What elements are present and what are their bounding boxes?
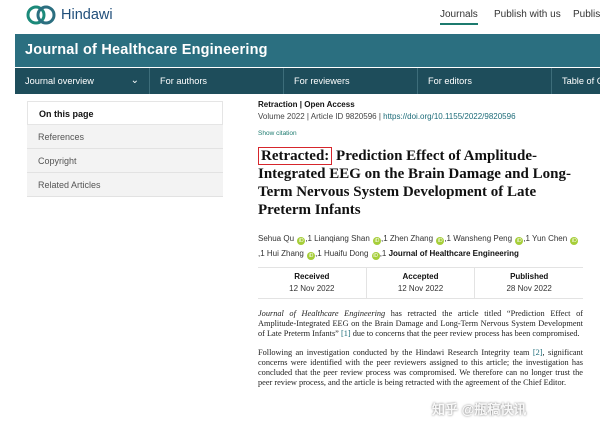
orcid-icon[interactable]: iD [570, 237, 579, 245]
author-affiliation: ,1 [258, 249, 265, 258]
body-text: due to concerns that the peer review pro… [350, 329, 580, 339]
hindawi-logo-icon [26, 5, 56, 25]
retracted-label: Retracted: [258, 147, 333, 165]
sidebar-item-on-this-page[interactable]: On this page [27, 101, 223, 125]
journal-name[interactable]: Journal of Healthcare Engineering [389, 249, 519, 258]
journal-header: Journal of Healthcare Engineering [15, 34, 600, 67]
subnav-for-editors[interactable]: For editors [418, 68, 552, 94]
reference-link[interactable]: [1] [341, 329, 351, 338]
author-affiliation: ,1 [381, 234, 388, 243]
date-value: 28 Nov 2022 [506, 284, 552, 293]
author-name[interactable]: Sehua Qu [258, 234, 294, 243]
date-value: 12 Nov 2022 [397, 284, 444, 293]
sidebar-item-copyright[interactable]: Copyright [27, 149, 223, 173]
author-name[interactable]: Yun Chen [532, 234, 567, 243]
author-name[interactable]: Zhen Zhang [390, 234, 433, 243]
author-affiliation: ,1 [315, 249, 322, 258]
top-navigation: Hindawi Journals Publish with us Publis [0, 0, 600, 32]
article-volume: Volume 2022 | Article ID 9820596 | [258, 112, 384, 121]
date-label: Received [294, 272, 330, 281]
journal-name-italic: Journal of Healthcare Engineering [258, 309, 386, 318]
subnav-for-authors[interactable]: For authors [150, 68, 284, 94]
nav-journals[interactable]: Journals [440, 9, 478, 25]
author-affiliation: ,1 [444, 234, 451, 243]
date-label: Published [510, 272, 549, 281]
subnav-journal-overview[interactable]: Journal overview ⌄ [15, 68, 150, 94]
orcid-icon[interactable]: iD [371, 252, 380, 260]
subnav-label: Journal overview [25, 76, 94, 86]
sidebar: On this page References Copyright Relate… [27, 101, 223, 197]
author-affiliation: ,1 [305, 234, 312, 243]
author-name[interactable]: Huaifu Dong [324, 249, 368, 258]
subnav-for-reviewers[interactable]: For reviewers [284, 68, 418, 94]
hindawi-logo[interactable]: Hindawi [26, 4, 113, 26]
chevron-down-icon: ⌄ [130, 75, 139, 86]
author-affiliation: ,1 [379, 249, 387, 258]
author-name[interactable]: Lianqiang Shan [314, 234, 370, 243]
body-text: Following an investigation conducted by … [258, 347, 533, 357]
orcid-icon[interactable]: iD [307, 252, 316, 260]
subnav-table-of-contents[interactable]: Table of C [552, 68, 600, 94]
journal-subnav: Journal overview ⌄ For authors For revie… [15, 68, 600, 94]
watermark: 知乎 @瓶稿快讯 [432, 402, 527, 417]
logo-text: Hindawi [61, 7, 113, 23]
orcid-icon[interactable]: iD [373, 237, 382, 245]
body-paragraph: Following an investigation conducted by … [258, 348, 583, 389]
article-meta: Volume 2022 | Article ID 9820596 | https… [258, 112, 583, 121]
sidebar-item-related-articles[interactable]: Related Articles [27, 173, 223, 197]
author-name[interactable]: Wansheng Peng [453, 234, 512, 243]
article-body: Journal of Healthcare Engineering has re… [258, 309, 583, 388]
author-list: Sehua Qu iD ,1 Lianqiang Shan iD ,1 Zhen Z… [258, 231, 583, 261]
nav-publish-with-us[interactable]: Publish with us [494, 9, 561, 20]
author-name[interactable]: Hui Zhang [267, 249, 304, 258]
date-accepted: Accepted 12 Nov 2022 [367, 268, 476, 298]
date-published: Published 28 Nov 2022 [475, 268, 583, 298]
article-type: Retraction | Open Access [258, 100, 355, 109]
body-paragraph: Journal of Healthcare Engineering has re… [258, 309, 583, 340]
show-citation-link[interactable]: Show citation [258, 130, 583, 137]
date-value: 12 Nov 2022 [289, 284, 335, 293]
date-received: Received 12 Nov 2022 [258, 268, 367, 298]
author-affiliation: ,1 [523, 234, 530, 243]
sidebar-item-references[interactable]: References [27, 125, 223, 149]
journal-title[interactable]: Journal of Healthcare Engineering [25, 42, 268, 58]
reference-link[interactable]: [2] [533, 348, 543, 357]
article-dates: Received 12 Nov 2022 Accepted 12 Nov 202… [258, 267, 583, 299]
nav-publish[interactable]: Publis [573, 9, 600, 20]
date-label: Accepted [402, 272, 439, 281]
doi-link[interactable]: https://doi.org/10.1155/2022/9820596 [383, 112, 515, 121]
article-title: Retracted: Prediction Effect of Amplitud… [258, 147, 583, 219]
article: Retraction | Open Access Volume 2022 | A… [258, 100, 583, 388]
